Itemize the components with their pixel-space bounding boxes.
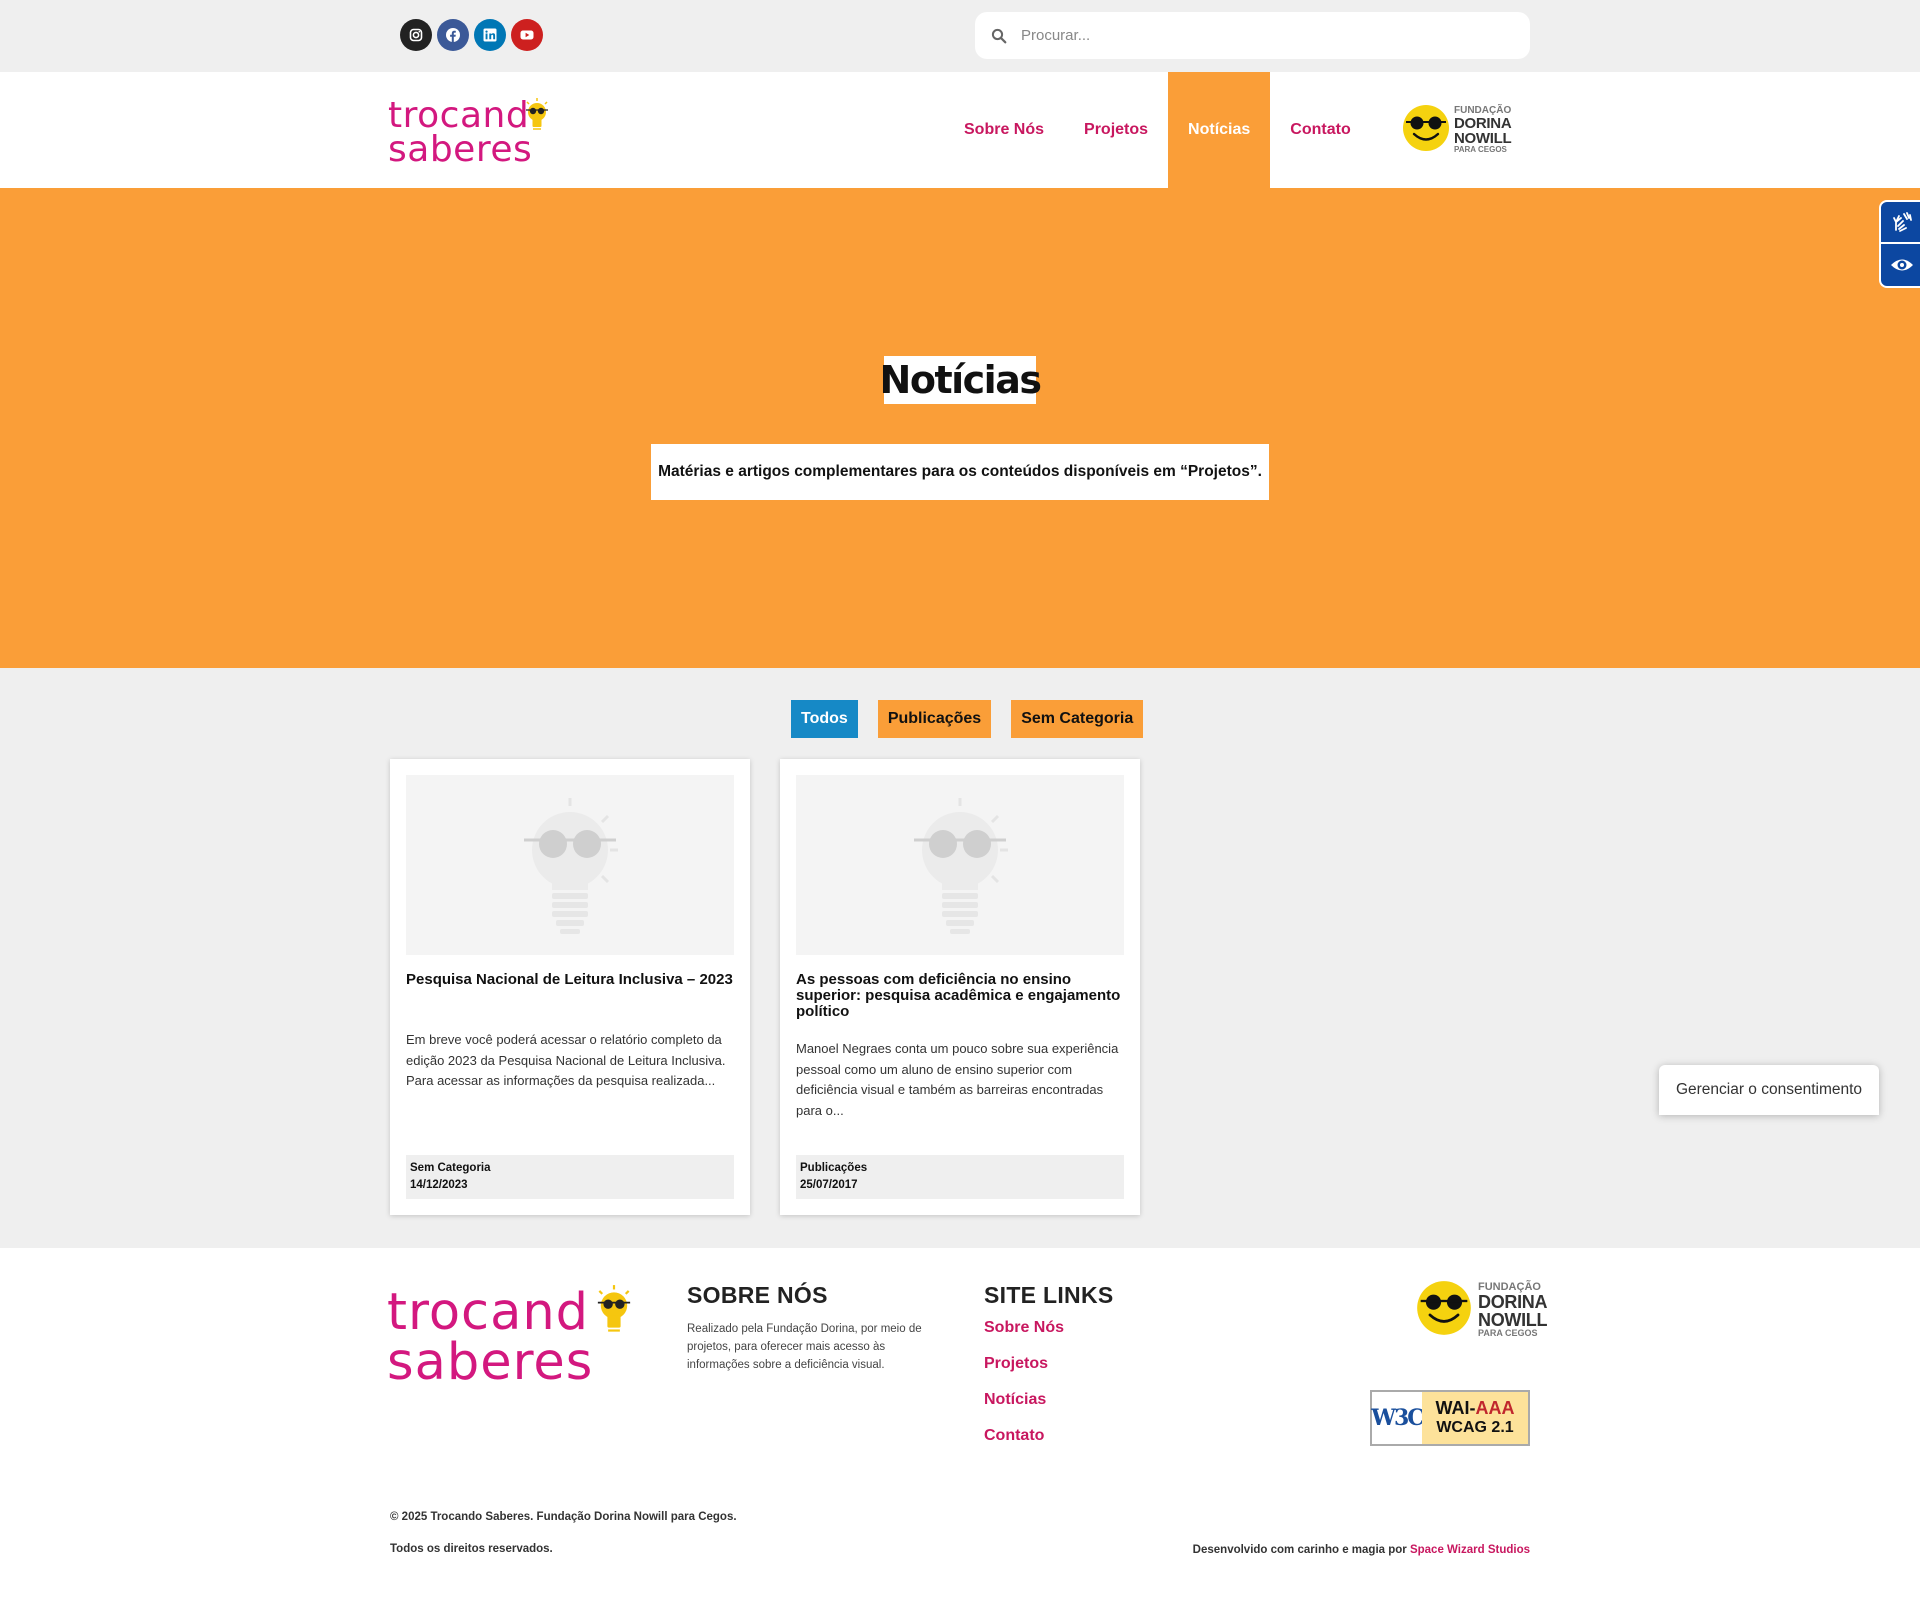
wcag-version: WCAG 2.1: [1436, 1419, 1514, 1437]
footer-fundacao-dorina-logo[interactable]: FUNDAÇÃO DORINA NOWILL PARA CEGOS: [1416, 1280, 1548, 1342]
post-thumbnail-placeholder[interactable]: [796, 775, 1124, 955]
developer-link[interactable]: Space Wizard Studios: [1410, 1544, 1530, 1556]
post-category: Publicações: [800, 1162, 868, 1174]
fdn-line3: NOWILL: [1454, 130, 1512, 147]
post-category: Sem Categoria: [410, 1162, 491, 1174]
fdn-line4: PARA CEGOS: [1478, 1328, 1538, 1338]
linkedin-link[interactable]: [474, 19, 506, 51]
sign-language-icon: [1892, 212, 1912, 232]
w3c-logo: W3C: [1371, 1405, 1425, 1431]
wai-prefix: WAI-: [1435, 1398, 1476, 1419]
instagram-link[interactable]: [400, 19, 432, 51]
site-footer: trocand saberes SOBRE NÓS Realizado pela…: [0, 1248, 1920, 1608]
footer-about-heading: SOBRE NÓS: [687, 1282, 828, 1308]
nav-noticias[interactable]: Notícias: [1168, 72, 1271, 188]
copyright-text: © 2025 Trocando Saberes. Fundação Dorina…: [390, 1511, 737, 1523]
post-card[interactable]: Pesquisa Nacional de Leitura Inclusiva –…: [390, 759, 750, 1215]
logo-text-line2: saberes: [388, 129, 533, 170]
youtube-icon: [520, 30, 534, 40]
credit-prefix: Desenvolvido com carinho e magia por: [1192, 1544, 1407, 1556]
fdn-line4: PARA CEGOS: [1454, 145, 1507, 154]
footer-link-sobre-nos[interactable]: Sobre Nós: [984, 1310, 1064, 1346]
post-excerpt: Manoel Negraes conta um pouco sobre sua …: [796, 1041, 1119, 1118]
post-thumbnail-placeholder[interactable]: [406, 775, 734, 955]
post-date: 25/07/2017: [800, 1179, 858, 1191]
filter-sem-categoria[interactable]: Sem Categoria: [1011, 700, 1144, 738]
post-date: 14/12/2023: [410, 1179, 468, 1191]
post-title[interactable]: Pesquisa Nacional de Leitura Inclusiva –…: [406, 972, 736, 988]
footer-link-noticias[interactable]: Notícias: [984, 1382, 1064, 1418]
footer-link-contato[interactable]: Contato: [984, 1418, 1064, 1454]
category-filters: Todos Publicações Sem Categoria: [791, 700, 1144, 738]
page-title: Notícias: [879, 356, 1042, 404]
nav-projetos[interactable]: Projetos: [1064, 72, 1168, 188]
site-header: trocand saberes Sobre Nós Projetos Notíc…: [0, 72, 1920, 188]
instagram-icon: [409, 28, 423, 42]
lightbulb-placeholder-icon: [524, 798, 618, 934]
facebook-icon: [446, 28, 460, 42]
footer-links-heading: SITE LINKS: [984, 1282, 1114, 1308]
footer-links: Sobre Nós Projetos Notícias Contato: [984, 1310, 1064, 1454]
facebook-link[interactable]: [437, 19, 469, 51]
developer-credit: Desenvolvido com carinho e magia por Spa…: [1193, 1544, 1530, 1556]
nav-contato[interactable]: Contato: [1270, 72, 1370, 188]
wcag-level-badge: WAI-AAA WCAG 2.1: [1422, 1392, 1528, 1444]
fundacao-dorina-wordmark: FUNDAÇÃO DORINA NOWILL PARA CEGOS: [1478, 1282, 1548, 1338]
wai-level-aaa: AAA: [1475, 1398, 1515, 1419]
main-nav: Sobre Nós Projetos Notícias Contato: [944, 72, 1371, 188]
post-excerpt: Em breve você poderá acessar o relatório…: [406, 1032, 726, 1088]
search-icon: [991, 28, 1007, 43]
footer-logo-line1: trocand: [387, 1283, 590, 1342]
fdn-line2: DORINA: [1478, 1292, 1548, 1312]
eye-icon: [1890, 259, 1913, 271]
footer-logo-line2: saberes: [387, 1333, 594, 1392]
manage-consent-button[interactable]: Gerenciar o consentimento: [1659, 1065, 1879, 1115]
accessibility-widget: [1879, 200, 1920, 288]
wai-level: WAI-AAA: [1435, 1398, 1515, 1419]
youtube-link[interactable]: [511, 19, 543, 51]
nav-sobre-nos[interactable]: Sobre Nós: [944, 72, 1064, 188]
post-meta: Publicações 25/07/2017: [796, 1155, 1124, 1199]
lightbulb-placeholder-icon: [914, 798, 1008, 934]
linkedin-icon: [483, 28, 497, 42]
top-bar: [0, 0, 1920, 72]
post-meta: Sem Categoria 14/12/2023: [406, 1155, 734, 1199]
page-subtitle: Matérias e artigos complementares para o…: [651, 444, 1269, 500]
lightbulb-icon: [526, 98, 548, 130]
post-title[interactable]: As pessoas com deficiência no ensino sup…: [796, 972, 1126, 1020]
lightbulb-icon: [597, 1285, 631, 1332]
news-section: Todos Publicações Sem Categoria Pesquisa…: [0, 668, 1920, 1248]
rights-text: Todos os direitos reservados.: [390, 1543, 553, 1555]
footer-link-projetos[interactable]: Projetos: [984, 1346, 1064, 1382]
smiley-sunglasses-icon: [1403, 105, 1449, 151]
filter-publicacoes[interactable]: Publicações: [877, 700, 992, 738]
filter-todos[interactable]: Todos: [791, 700, 858, 738]
footer-logo[interactable]: trocand saberes: [387, 1284, 647, 1394]
site-logo[interactable]: trocand saberes: [388, 94, 563, 169]
social-links: [400, 19, 543, 51]
fdn-line2: DORINA: [1454, 115, 1512, 132]
post-card[interactable]: As pessoas com deficiência no ensino sup…: [780, 759, 1140, 1215]
sign-language-button[interactable]: [1881, 202, 1920, 244]
search-input[interactable]: [1021, 27, 1501, 44]
fundacao-dorina-logo[interactable]: FUNDAÇÃO DORINA NOWILL PARA CEGOS: [1402, 104, 1512, 156]
search-box[interactable]: [975, 12, 1530, 59]
fdn-line3: NOWILL: [1478, 1310, 1548, 1330]
hero-banner: Notícias Matérias e artigos complementar…: [0, 188, 1920, 668]
smiley-sunglasses-icon: [1417, 1281, 1471, 1335]
fundacao-dorina-wordmark: FUNDAÇÃO DORINA NOWILL PARA CEGOS: [1454, 106, 1512, 154]
w3c-wcag-badge[interactable]: W3C WAI-AAA WCAG 2.1: [1370, 1390, 1530, 1446]
visual-accessibility-button[interactable]: [1881, 244, 1920, 286]
footer-about-text: Realizado pela Fundação Dorina, por meio…: [687, 1323, 922, 1371]
